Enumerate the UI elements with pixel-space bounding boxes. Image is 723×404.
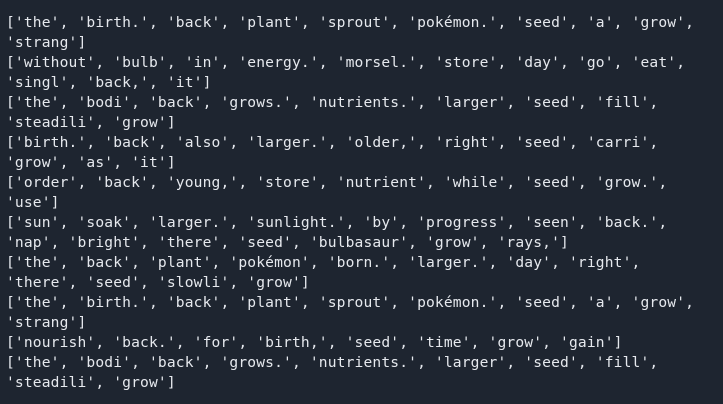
output-line: 'strang'] [6, 34, 87, 51]
output-line: 'there', 'seed', 'slowli', 'grow'] [6, 274, 310, 291]
output-line: ['the', 'birth.', 'back', 'plant', 'spro… [6, 294, 695, 311]
output-line: 'steadili', 'grow'] [6, 374, 176, 391]
output-line: ['the', 'back', 'plant', 'pokémon', 'bor… [6, 254, 641, 271]
output-line: ['birth.', 'back', 'also', 'larger.', 'o… [6, 134, 659, 151]
output-line: ['the', 'birth.', 'back', 'plant', 'spro… [6, 14, 695, 31]
output-line: ['sun', 'soak', 'larger.', 'sunlight.', … [6, 214, 668, 231]
output-line: 'singl', 'back,', 'it'] [6, 74, 212, 91]
output-line: 'steadili', 'grow'] [6, 114, 176, 131]
output-line: ['without', 'bulb', 'in', 'energy.', 'mo… [6, 54, 686, 71]
output-line: 'nap', 'bright', 'there', 'seed', 'bulba… [6, 234, 569, 251]
terminal-output: ['the', 'birth.', 'back', 'plant', 'spro… [6, 13, 718, 393]
output-line: 'strang'] [6, 314, 87, 331]
output-line: ['the', 'bodi', 'back', 'grows.', 'nutri… [6, 94, 659, 111]
output-line: 'grow', 'as', 'it'] [6, 154, 176, 171]
output-line: ['order', 'back', 'young,', 'store', 'nu… [6, 174, 668, 191]
output-line: ['nourish', 'back.', 'for', 'birth,', 's… [6, 334, 623, 351]
output-line: ['the', 'bodi', 'back', 'grows.', 'nutri… [6, 354, 659, 371]
output-line: 'use'] [6, 194, 60, 211]
